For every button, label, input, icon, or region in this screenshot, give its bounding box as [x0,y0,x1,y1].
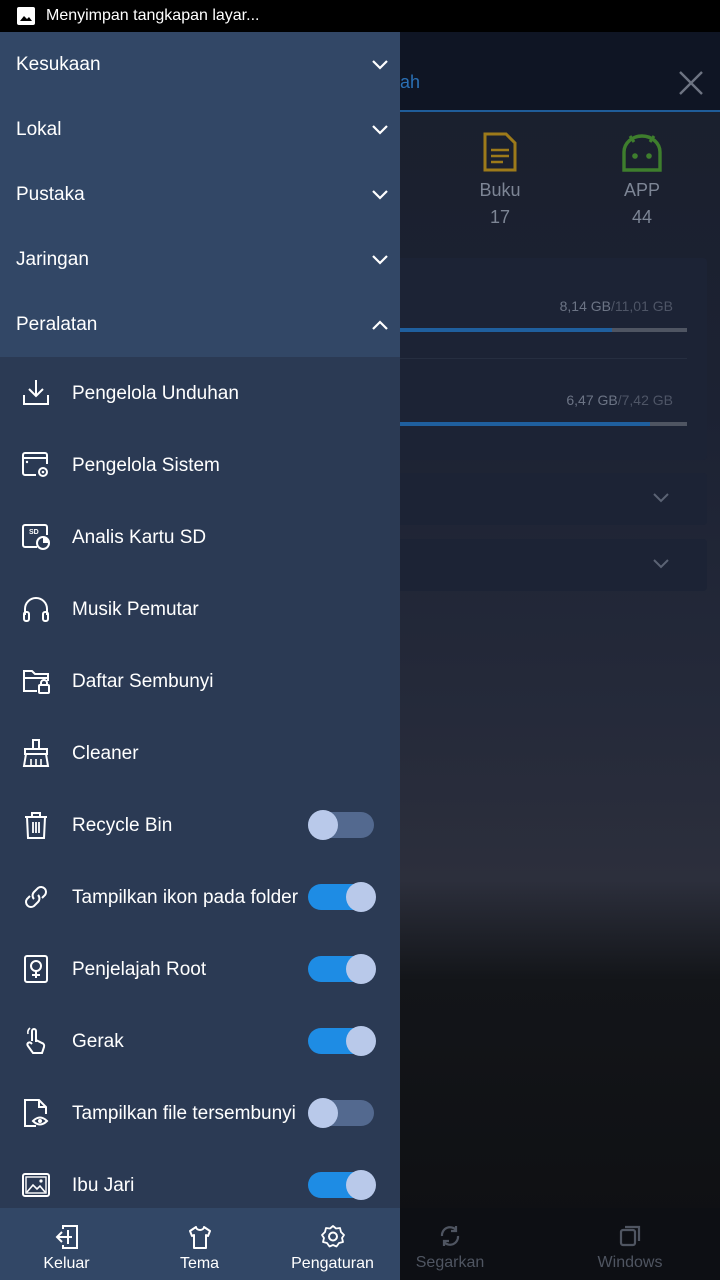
image-icon [17,7,35,25]
chevron-down-icon [372,59,388,70]
tool-download-manager[interactable]: Pengelola Unduhan [0,357,400,429]
refresh-icon [440,1226,460,1246]
section-tools[interactable]: Peralatan [0,292,400,357]
download-icon [23,380,49,405]
background-app: ah Buku 17 APP 44 8,14 GB/11,01 GB 6,47 … [400,32,720,1280]
android-icon [622,134,662,172]
headphones-icon [23,597,49,622]
root-explorer-toggle[interactable] [308,954,376,984]
link-icon [25,886,47,908]
chevron-down-icon [653,493,669,503]
tools-list: Pengelola Unduhan Pengelola Sistem SD An… [0,357,400,1221]
drawer-bottom-bar: Keluar Tema Pengaturan [0,1208,400,1280]
hidden-folder-icon [23,670,50,694]
close-icon[interactable] [676,68,706,98]
background-search-bar [400,32,720,112]
collapsed-card[interactable] [400,539,707,591]
tool-hidden-list[interactable]: Daftar Sembunyi [0,645,400,717]
sd-card-analysis-icon: SD [22,524,50,550]
system-manager-icon [22,452,48,477]
chevron-down-icon [372,124,388,135]
show-hidden-files-toggle[interactable] [308,1098,376,1128]
category-books[interactable]: Buku 17 [450,132,550,228]
windows-icon [619,1225,641,1247]
collapsed-card[interactable] [400,473,707,525]
tool-show-hidden-files[interactable]: Tampilkan file tersembunyi [0,1077,400,1149]
status-bar: Menyimpan tangkapan layar... [0,0,720,32]
storage-internal-text: 8,14 GB/11,01 GB [559,298,673,314]
storage-sd-bar [400,422,687,426]
recycle-bin-toggle[interactable] [308,810,376,840]
hidden-file-icon [24,1099,49,1127]
theme-button[interactable]: Tema [133,1208,266,1280]
thumbnail-toggle[interactable] [308,1170,376,1200]
tool-system-manager[interactable]: Pengelola Sistem [0,429,400,501]
tool-recycle-bin[interactable]: Recycle Bin [0,789,400,861]
document-icon [483,132,517,172]
exit-icon [55,1225,78,1249]
exit-button[interactable]: Keluar [0,1208,133,1280]
gesture-toggle[interactable] [308,1026,376,1056]
section-network[interactable]: Jaringan [0,227,400,292]
storage-internal-bar [400,328,687,332]
chevron-up-icon [372,319,388,330]
search-partial-text: ah [400,72,421,92]
svg-text:SD: SD [29,529,39,536]
thumbnail-icon [22,1173,50,1197]
settings-icon [320,1225,345,1248]
storage-card[interactable]: 8,14 GB/11,01 GB 6,47 GB/7,42 GB [400,258,707,460]
navigation-drawer: Kesukaan Lokal Pustaka Jaringan Peralata… [0,32,400,1280]
trash-icon [25,812,47,839]
chevron-down-icon [372,254,388,265]
status-text: Menyimpan tangkapan layar... [46,7,260,24]
tool-gesture[interactable]: Gerak [0,1005,400,1077]
root-explorer-icon [24,955,48,983]
show-folder-icons-toggle[interactable] [308,882,376,912]
category-app[interactable]: APP 44 [592,132,692,228]
refresh-button[interactable]: Segarkan [400,1224,510,1272]
tool-music-player[interactable]: Musik Pemutar [0,573,400,645]
chevron-down-icon [372,189,388,200]
tool-show-folder-icons[interactable]: Tampilkan ikon pada folder [0,861,400,933]
tool-cleaner[interactable]: Cleaner [0,717,400,789]
background-bottom-nav: Segarkan Windows [400,1208,720,1280]
storage-sd-text: 6,47 GB/7,42 GB [566,392,673,408]
tool-sd-card-analyzer[interactable]: SD Analis Kartu SD [0,501,400,573]
gesture-icon [26,1027,46,1054]
section-favorites[interactable]: Kesukaan [0,32,400,97]
chevron-down-icon [653,559,669,569]
windows-button[interactable]: Windows [570,1224,690,1272]
section-local[interactable]: Lokal [0,97,400,162]
settings-button[interactable]: Pengaturan [266,1208,399,1280]
tool-root-explorer[interactable]: Penjelajah Root [0,933,400,1005]
shirt-icon [188,1226,211,1249]
section-library[interactable]: Pustaka [0,162,400,227]
broom-icon [22,739,50,767]
